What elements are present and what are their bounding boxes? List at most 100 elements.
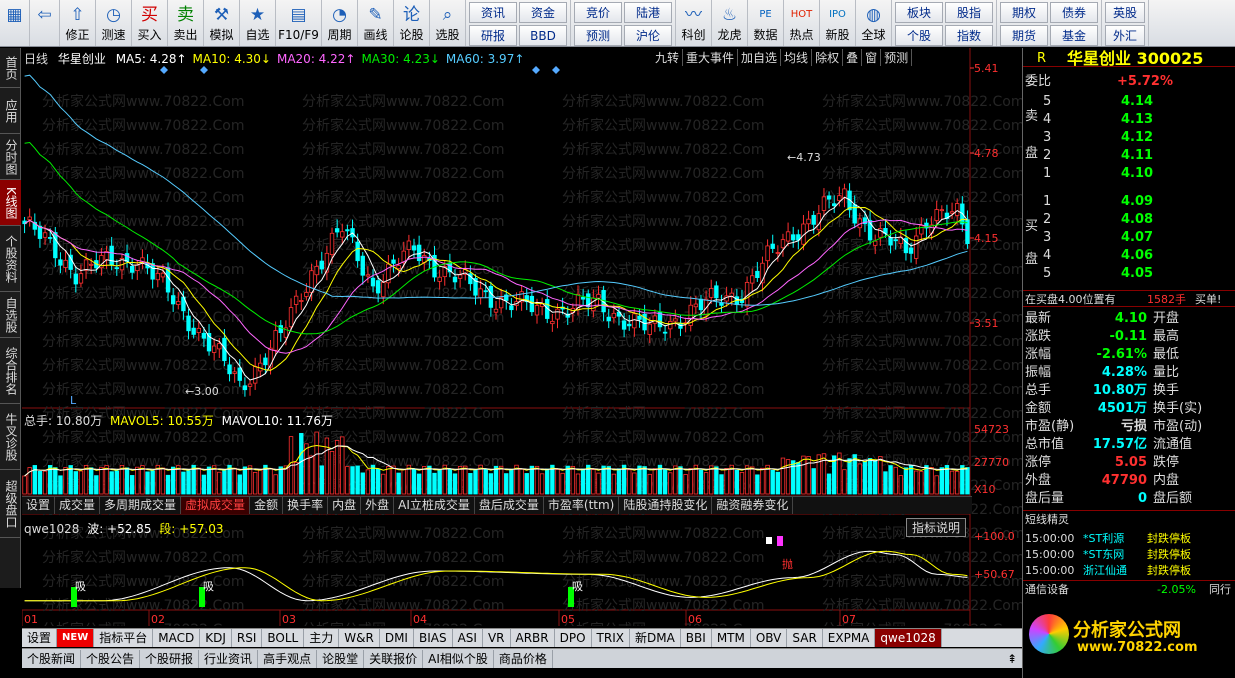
indicator-tab-1[interactable]: NEW (57, 629, 95, 647)
volume-subtab-5[interactable]: 换手率 (283, 497, 329, 514)
indicator-tab-10[interactable]: BIAS (414, 629, 453, 647)
toolbar-link-g4-2[interactable]: 期货 (1000, 25, 1048, 46)
info-tab-0[interactable]: 个股新闻 (22, 649, 82, 668)
info-tab-2[interactable]: 个股研报 (140, 649, 200, 668)
toolbar-link-g1-2[interactable]: 研报 (469, 25, 517, 46)
toolbar-link-g3-0[interactable]: 板块 (895, 2, 943, 23)
indicator-tab-17[interactable]: BBI (681, 629, 712, 647)
info-tab-4[interactable]: 高手观点 (258, 649, 318, 668)
indicator-tab-5[interactable]: RSI (232, 629, 263, 647)
toolbar-button-5[interactable]: 卖卖出 (168, 0, 204, 46)
toolbar-link-g3-1[interactable]: 股指 (945, 2, 993, 23)
volume-subtab-0[interactable]: 设置 (22, 497, 56, 514)
indicator-tab-22[interactable]: qwe1028 (875, 629, 942, 647)
toolbar2-button-0[interactable]: 〰科创 (676, 0, 712, 46)
toolbar-button-10[interactable]: ✎ 画线 (358, 0, 394, 46)
toolbar-link-g4-1[interactable]: 债券 (1050, 2, 1098, 23)
volume-subtab-10[interactable]: 市盈率(ttm) (544, 497, 620, 514)
indicator-tab-12[interactable]: VR (483, 629, 511, 647)
toolbar2-button-2[interactable]: PE 数据 (748, 0, 784, 46)
chart-top-tab-3[interactable]: 均线 (781, 49, 813, 66)
toolbar-button-7[interactable]: ★ 自选 (240, 0, 276, 46)
toolbar-link-g3-2[interactable]: 个股 (895, 25, 943, 46)
toolbar2-button-5[interactable]: ◍ 全球 (856, 0, 892, 46)
toolbar-link-g2-1[interactable]: 陆港 (624, 2, 672, 23)
indicator-tab-4[interactable]: KDJ (200, 629, 232, 647)
toolbar-button-12[interactable]: ⌕ 选股 (430, 0, 466, 46)
toolbar-link-g1-3[interactable]: BBD (519, 25, 567, 46)
info-tab-6[interactable]: 关联报价 (364, 649, 424, 668)
left-tab-5[interactable]: 自选股 (0, 292, 21, 338)
toolbar-link-g3-3[interactable]: 指数 (945, 25, 993, 46)
indicator-tab-19[interactable]: OBV (751, 629, 788, 647)
indicator-tab-15[interactable]: TRIX (592, 629, 630, 647)
volume-subtab-4[interactable]: 金额 (250, 497, 284, 514)
chart-top-tab-4[interactable]: 除权 (812, 49, 844, 66)
toolbar2-button-1[interactable]: ♨ 龙虎 (712, 0, 748, 46)
toolbar-link-g2-0[interactable]: 竞价 (574, 2, 622, 23)
toolbar-link-g5-1[interactable]: 外汇 (1105, 25, 1145, 46)
chart-top-tab-7[interactable]: 预测 (881, 49, 913, 66)
toolbar-button-8[interactable]: ▤ F10/F9 (276, 0, 322, 46)
volume-subtab-2[interactable]: 多周期成交量 (100, 497, 182, 514)
toolbar-link-g1-1[interactable]: 资金 (519, 2, 567, 23)
indicator-tab-18[interactable]: MTM (712, 629, 751, 647)
indicator-tab-3[interactable]: MACD (153, 629, 201, 647)
left-tab-6[interactable]: 综合排名 (0, 338, 21, 404)
volume-subtab-11[interactable]: 陆股通持股变化 (619, 497, 713, 514)
volume-subtab-3[interactable]: 虚拟成交量 (181, 497, 251, 514)
collapse-up-icon[interactable]: ⇞ (1002, 650, 1022, 668)
info-tab-3[interactable]: 行业资讯 (199, 649, 259, 668)
toolbar-button-2[interactable]: ⇧ 修正 (60, 0, 96, 46)
info-tab-8[interactable]: 商品价格 (494, 649, 553, 668)
volume-subtab-6[interactable]: 内盘 (328, 497, 362, 514)
toolbar-link-g2-3[interactable]: 沪伦 (624, 25, 672, 46)
chart-top-tab-6[interactable]: 窗 (862, 49, 882, 66)
left-tab-0[interactable]: 首页 (0, 48, 21, 88)
toolbar-link-g2-2[interactable]: 预测 (574, 25, 622, 46)
toolbar-button-6[interactable]: ⚒ 模拟 (204, 0, 240, 46)
indicator-tab-20[interactable]: SAR (787, 629, 823, 647)
info-tab-1[interactable]: 个股公告 (81, 649, 141, 668)
volume-subtab-12[interactable]: 融资融券变化 (712, 497, 794, 514)
left-tab-8[interactable]: 超级盘口 (0, 470, 21, 538)
left-tab-2[interactable]: 分时图 (0, 134, 21, 180)
chart-top-tab-2[interactable]: 加自选 (738, 49, 782, 66)
chart-canvas[interactable]: 分析家公式网www.70822.Com 分析家公式网www.70822.Com 分析… (22, 48, 1022, 626)
indicator-tab-8[interactable]: W&R (339, 629, 380, 647)
indicator-tab-0[interactable]: 设置 (22, 629, 58, 647)
toolbar-button-11[interactable]: 论论股 (394, 0, 430, 46)
left-tab-4[interactable]: 个股资料 (0, 226, 21, 292)
toolbar-button-3[interactable]: ◷ 测速 (96, 0, 132, 46)
toolbar2-button-3[interactable]: HOT 热点 (784, 0, 820, 46)
volume-subtab-8[interactable]: AI立桩成交量 (394, 497, 475, 514)
indicator-tab-6[interactable]: BOLL (262, 629, 305, 647)
left-tab-1[interactable]: 应用 (0, 88, 21, 134)
volume-subtab-9[interactable]: 盘后成交量 (475, 497, 544, 514)
left-tab-7[interactable]: 牛叉诊股 (0, 404, 21, 470)
info-tab-5[interactable]: 论股堂 (317, 649, 365, 668)
indicator-tab-7[interactable]: 主力 (304, 629, 340, 647)
info-tab-7[interactable]: AI相似个股 (423, 649, 494, 668)
indicator-tab-11[interactable]: ASI (453, 629, 483, 647)
chart-top-tab-0[interactable]: 九转 (652, 49, 684, 66)
toolbar-button-1[interactable]: ⇦ (30, 0, 60, 46)
left-tab-3[interactable]: K线图 (0, 180, 21, 226)
toolbar-button-9[interactable]: ◔ 周期 (322, 0, 358, 46)
indicator-tab-21[interactable]: EXPMA (823, 629, 876, 647)
toolbar-link-g4-0[interactable]: 期权 (1000, 2, 1048, 23)
indicator-tab-9[interactable]: DMI (380, 629, 414, 647)
toolbar2-button-4[interactable]: IPO 新股 (820, 0, 856, 46)
toolbar-link-g5-0[interactable]: 英股 (1105, 2, 1145, 23)
chart-top-tab-1[interactable]: 重大事件 (683, 49, 739, 66)
toolbar-link-g4-3[interactable]: 基金 (1050, 25, 1098, 46)
indicator-tab-14[interactable]: DPO (555, 629, 592, 647)
toolbar-button-4[interactable]: 买买入 (132, 0, 168, 46)
toolbar-link-g1-0[interactable]: 资讯 (469, 2, 517, 23)
indicator-help-button[interactable]: 指标说明 (906, 518, 967, 537)
volume-subtab-1[interactable]: 成交量 (55, 497, 101, 514)
chart-top-tab-5[interactable]: 叠 (843, 49, 863, 66)
indicator-tab-13[interactable]: ARBR (511, 629, 555, 647)
indicator-tab-2[interactable]: 指标平台 (94, 629, 154, 647)
volume-subtab-7[interactable]: 外盘 (361, 497, 395, 514)
